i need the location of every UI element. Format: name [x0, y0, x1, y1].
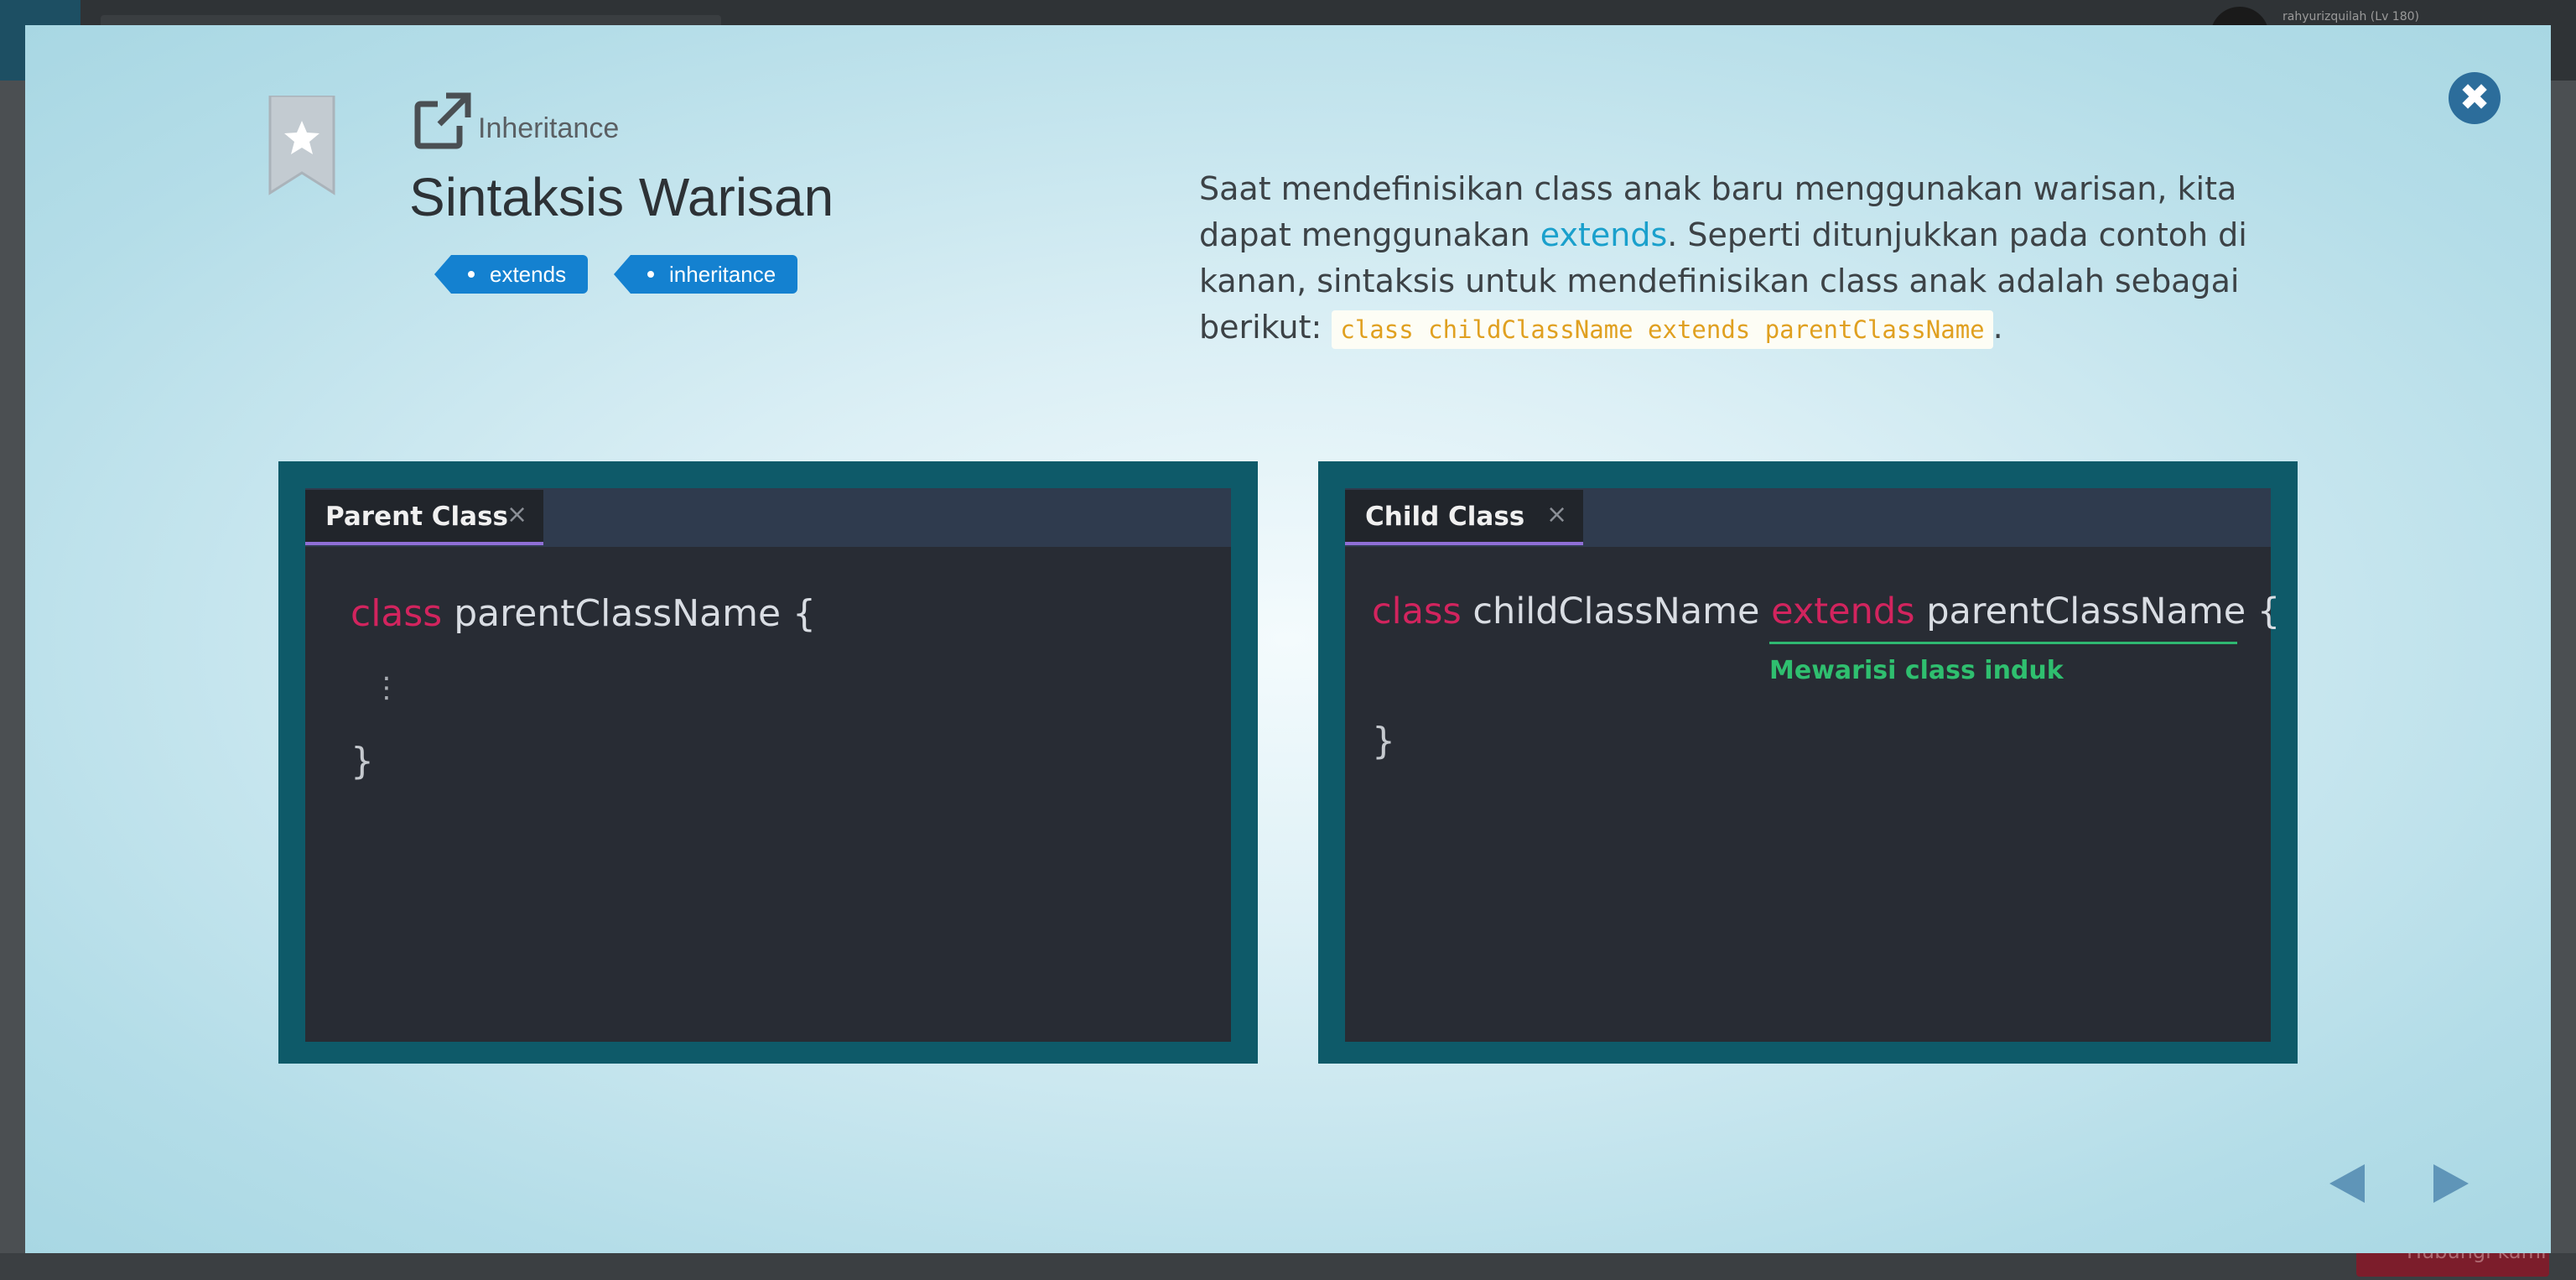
next-arrow-icon[interactable]	[2432, 1163, 2470, 1205]
code-line-declaration: class parentClassName {	[351, 592, 816, 635]
code-keyword: class	[1372, 591, 1462, 632]
tab-parent-class[interactable]: Parent Class ×	[305, 490, 543, 545]
tag-extends[interactable]: extends	[434, 255, 589, 294]
external-link-icon[interactable]	[413, 92, 471, 151]
tab-label: Parent Class	[325, 502, 508, 532]
child-class-panel: Child Class × class childClassName exten…	[1318, 461, 2298, 1064]
code-closing-brace: }	[351, 740, 374, 783]
tag-dot	[468, 271, 475, 278]
keyword-extends: extends	[1540, 216, 1668, 253]
code-parent-name: parentClassName {	[1914, 591, 2281, 632]
code-class-name: parentClassName {	[442, 592, 816, 635]
code-editor: Child Class × class childClassName exten…	[1345, 488, 2280, 1042]
highlight-underline	[1769, 642, 2237, 644]
lesson-modal: ✖ Inheritance Sintaksis Warisan extends …	[25, 25, 2551, 1253]
close-button[interactable]: ✖	[2449, 72, 2501, 124]
tab-child-class[interactable]: Child Class ×	[1345, 490, 1583, 545]
tag-label: extends	[490, 262, 567, 287]
bookmark-icon[interactable]	[267, 96, 337, 196]
annotation-label: Mewarisi class induk	[1769, 656, 2064, 685]
description-part: .	[1992, 309, 2003, 346]
code-class-name: childClassName	[1461, 591, 1772, 632]
code-closing-brace: }	[1372, 720, 1395, 762]
syntax-code: class childClassName extends parentClass…	[1332, 310, 1993, 349]
code-extends-keyword: extends	[1771, 591, 1915, 632]
code-ellipsis: ⋮	[372, 671, 401, 705]
previous-arrow-icon[interactable]	[2328, 1163, 2366, 1205]
parent-class-panel: Parent Class × class parentClassName { ⋮…	[278, 461, 1258, 1064]
code-line-declaration: class childClassName extends parentClass…	[1372, 591, 2280, 632]
code-keyword: class	[351, 592, 443, 635]
background-user-label: rahyurizquilah (Lv 180)	[2283, 10, 2419, 23]
tag-inheritance[interactable]: inheritance	[613, 255, 798, 294]
tag-label: inheritance	[669, 262, 776, 287]
tab-label: Child Class	[1365, 502, 1525, 532]
editor-tab-bar: Child Class ×	[1345, 488, 2271, 547]
background-bottom-bar	[0, 1253, 2576, 1280]
editor-tab-bar: Parent Class ×	[305, 488, 1231, 547]
description-text: Saat mendefinisikan class anak baru meng…	[1199, 166, 2289, 353]
tag-dot	[647, 271, 654, 278]
code-editor: Parent Class × class parentClassName { ⋮…	[305, 488, 1231, 1042]
page-title: Sintaksis Warisan	[409, 167, 834, 227]
tab-close-icon[interactable]: ×	[506, 500, 527, 529]
tab-close-icon[interactable]: ×	[1546, 500, 1567, 529]
breadcrumb[interactable]: Inheritance	[478, 112, 619, 145]
